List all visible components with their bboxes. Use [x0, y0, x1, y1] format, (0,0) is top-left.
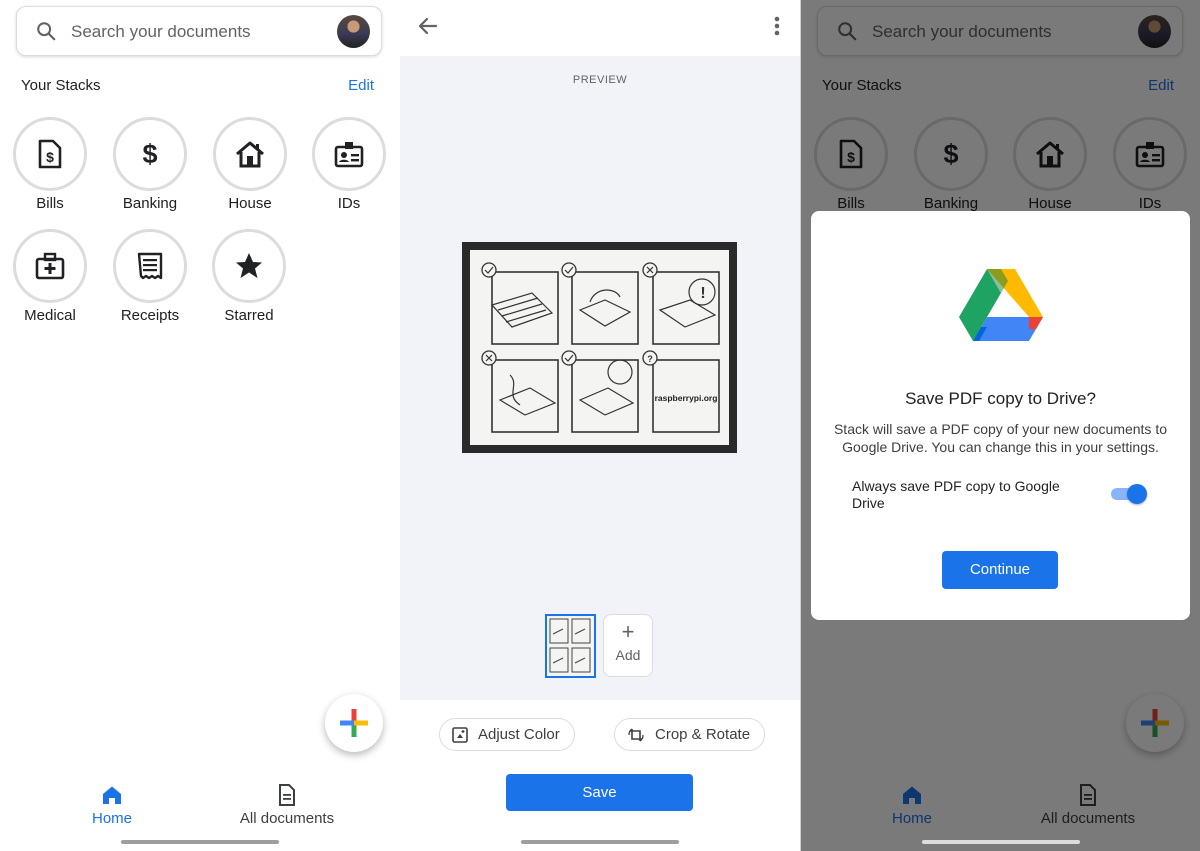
stack-label: IDs [337, 195, 361, 212]
adjust-color-label: Adjust Color [478, 726, 560, 743]
google-drive-logo-icon [959, 269, 1043, 341]
dialog-body: Stack will save a PDF copy of your new d… [833, 421, 1168, 455]
svg-text:?: ? [647, 354, 653, 364]
stack-label: Starred [224, 307, 274, 324]
crop-rotate-label: Crop & Rotate [655, 726, 751, 743]
stack-house[interactable]: House [200, 117, 300, 212]
add-page-label: Add [615, 647, 641, 663]
always-save-toggle[interactable] [1111, 484, 1147, 504]
crop-rotate-icon [628, 727, 644, 742]
bill-icon: $ [38, 139, 62, 169]
stack-label: Receipts [120, 307, 180, 324]
preview-label: PREVIEW [572, 74, 628, 86]
preview-screen: PREVIEW ! ? raspberrypi.org + Add Adjust… [400, 0, 800, 851]
svg-text:$: $ [142, 139, 157, 169]
top-bar [400, 0, 800, 56]
star-icon [236, 253, 262, 278]
stack-bills[interactable]: $ Bills [0, 117, 100, 212]
search-bar[interactable]: Search your documents [16, 6, 382, 56]
adjust-color-icon [452, 726, 468, 743]
receipt-icon [137, 252, 163, 280]
save-to-drive-dialog: Save PDF copy to Drive? Stack will save … [811, 211, 1190, 620]
gesture-bar [521, 840, 679, 844]
svg-text:$: $ [46, 149, 54, 165]
nav-home-label: Home [91, 810, 132, 827]
colored-plus-icon [340, 709, 368, 737]
stack-label: Banking [122, 195, 178, 212]
scan-url-text: raspberrypi.org [655, 393, 718, 403]
nav-all-documents-label: All documents [239, 810, 335, 827]
add-document-button[interactable] [325, 694, 383, 752]
stack-label: House [228, 195, 272, 212]
instruction-diagram: ! ? raspberrypi.org [481, 262, 720, 433]
gesture-bar [921, 840, 1080, 844]
stack-banking[interactable]: $ Banking [100, 117, 200, 212]
home-screen-with-dialog: Search your documents Your Stacks Edit $… [801, 0, 1200, 851]
toggle-label: Always save PDF copy to Google Drive [852, 478, 1060, 511]
nav-all-documents[interactable]: All documents [222, 783, 352, 827]
back-arrow-icon[interactable] [418, 16, 438, 36]
dialog-title: Save PDF copy to Drive? [905, 389, 1096, 408]
preview-actions: Adjust Color Crop & Rotate Save [400, 700, 800, 851]
search-icon [37, 22, 56, 41]
stack-label: Medical [24, 307, 76, 324]
add-page-button[interactable]: + Add [603, 614, 653, 677]
avatar[interactable] [337, 15, 370, 48]
stack-ids[interactable]: IDs [299, 117, 399, 212]
adjust-color-button[interactable]: Adjust Color [439, 718, 575, 751]
stack-receipts[interactable]: Receipts [100, 229, 200, 324]
house-icon [236, 141, 264, 168]
more-options-icon[interactable] [774, 16, 780, 36]
search-input[interactable]: Search your documents [71, 22, 251, 42]
home-icon [103, 786, 121, 804]
document-icon [279, 784, 295, 806]
save-button[interactable]: Save [506, 774, 693, 811]
scanned-document-image: ! ? raspberrypi.org [462, 242, 737, 453]
nav-home[interactable]: Home [62, 783, 162, 827]
stack-starred[interactable]: Starred [199, 229, 299, 324]
medical-kit-icon [35, 252, 65, 280]
svg-text:!: ! [700, 285, 705, 302]
thumbnail-diagram [549, 618, 591, 673]
bottom-nav: Home All documents [0, 771, 400, 851]
stack-medical[interactable]: Medical [0, 229, 100, 324]
stack-label: Bills [36, 195, 64, 212]
id-card-icon [334, 142, 364, 168]
crop-rotate-button[interactable]: Crop & Rotate [614, 718, 766, 751]
dollar-icon: $ [142, 139, 157, 169]
gesture-bar [121, 840, 279, 844]
plus-icon: + [621, 619, 635, 644]
page-thumbnail[interactable] [545, 614, 596, 678]
toggle-knob [1127, 484, 1147, 504]
home-screen: Search your documents Your Stacks Edit $… [0, 0, 400, 851]
edit-button[interactable]: Edit [348, 77, 374, 94]
continue-button[interactable]: Continue [942, 551, 1058, 589]
stacks-title: Your Stacks [21, 77, 101, 94]
